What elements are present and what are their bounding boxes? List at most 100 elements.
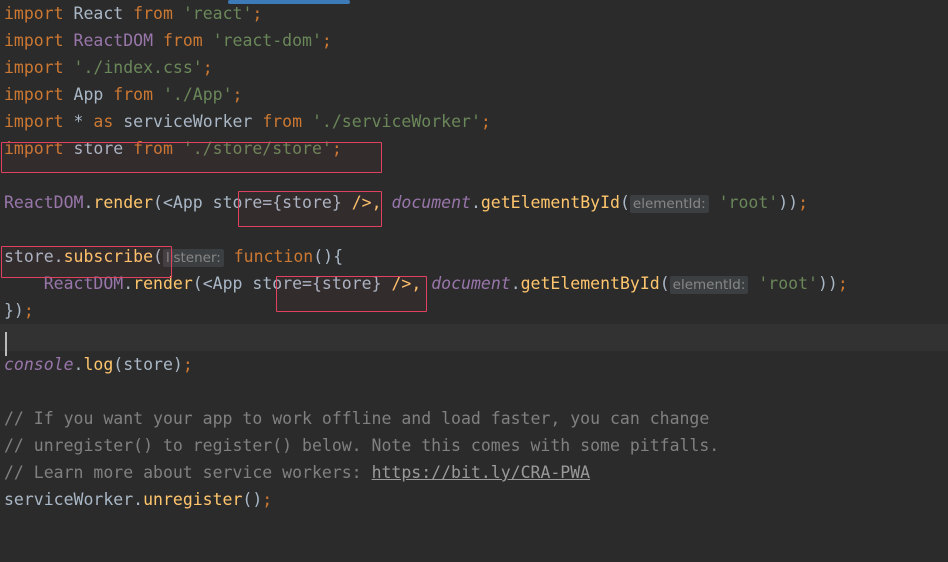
link-cra-pwa[interactable]: https://bit.ly/CRA-PWA xyxy=(372,463,591,482)
paren-open: ( xyxy=(153,247,163,266)
jsx-self-close: />, xyxy=(381,274,422,293)
comment-learn-more: // Learn more about service workers: xyxy=(4,463,372,482)
parameter-hint-elementid: elementId: xyxy=(629,195,709,213)
keyword-from: from xyxy=(133,4,173,23)
keyword-import: import xyxy=(4,139,64,158)
dot: . xyxy=(510,274,521,293)
string-index-css: './index.css' xyxy=(63,58,203,77)
dot: . xyxy=(470,193,481,212)
paren-open: ( xyxy=(619,193,630,212)
code-line-19[interactable]: serviceWorker.unregister(); xyxy=(0,486,948,513)
identifier-store: store xyxy=(63,139,134,158)
string-serviceworker-module: './serviceWorker' xyxy=(302,112,481,131)
keyword-import: import xyxy=(4,112,64,131)
method-getelementbyid: getElementById xyxy=(520,274,660,293)
object-console: console xyxy=(4,355,74,374)
paren-open: ( xyxy=(192,274,203,293)
keyword-from: from xyxy=(133,139,173,158)
identifier-react: React xyxy=(63,4,134,23)
semicolon: ; xyxy=(837,274,848,293)
dot: . xyxy=(123,274,134,293)
object-reactdom: ReactDOM xyxy=(43,274,124,293)
jsx-self-close: />, xyxy=(341,193,382,212)
string-app-module: './App' xyxy=(153,85,233,104)
jsx-app-open: <App xyxy=(162,193,213,212)
semicolon: ; xyxy=(480,112,491,131)
code-line-18[interactable]: // Learn more about service workers: htt… xyxy=(0,459,948,486)
keyword-from: from xyxy=(162,31,203,50)
string-root: 'root' xyxy=(748,274,818,293)
semicolon: ; xyxy=(262,490,273,509)
semicolon: ; xyxy=(23,301,34,320)
star-token: * xyxy=(63,112,94,131)
semicolon: ; xyxy=(321,31,332,50)
code-content[interactable]: import React from 'react'; import ReactD… xyxy=(0,0,948,562)
code-line-13-current[interactable] xyxy=(0,324,948,351)
semicolon: ; xyxy=(331,139,342,158)
keyword-from: from xyxy=(113,85,154,104)
dot: . xyxy=(133,490,144,509)
method-unregister: unregister xyxy=(143,490,243,509)
identifier-serviceworker: serviceWorker xyxy=(113,112,263,131)
code-line-15-blank[interactable] xyxy=(0,378,948,405)
comment-unregister: // unregister() to register() below. Not… xyxy=(4,436,720,455)
text-caret xyxy=(5,332,7,356)
method-subscribe: subscribe xyxy=(63,247,154,266)
paren-open: ( xyxy=(153,193,163,212)
parens: () xyxy=(242,490,263,509)
paren-close: )) xyxy=(817,274,838,293)
object-store: store xyxy=(4,247,54,266)
parameter-hint-elementid: elementId: xyxy=(669,276,749,294)
code-line-5[interactable]: import * as serviceWorker from './servic… xyxy=(0,108,948,135)
code-line-6[interactable]: import store from './store/store'; xyxy=(0,135,948,162)
object-reactdom: ReactDOM xyxy=(4,193,84,212)
semicolon: ; xyxy=(202,58,213,77)
object-serviceworker: serviceWorker xyxy=(4,490,134,509)
code-line-2[interactable]: import ReactDOM from 'react-dom'; xyxy=(0,27,948,54)
dot: . xyxy=(83,193,94,212)
keyword-import: import xyxy=(4,31,64,50)
identifier-reactdom: ReactDOM xyxy=(63,31,163,50)
jsx-store-prop: store={store} xyxy=(252,274,382,293)
code-line-9-blank[interactable] xyxy=(0,216,948,243)
code-line-8[interactable]: ReactDOM.render(<App store={store} />, d… xyxy=(0,189,948,216)
code-line-1[interactable]: import React from 'react'; xyxy=(0,0,948,27)
method-render: render xyxy=(93,193,154,212)
function-parens-brace: (){ xyxy=(313,247,344,266)
code-line-11[interactable]: ReactDOM.render(<App store={store} />, d… xyxy=(0,270,948,297)
semicolon: ; xyxy=(182,355,193,374)
code-line-17[interactable]: // unregister() to register() below. Not… xyxy=(0,432,948,459)
code-line-12[interactable]: }); xyxy=(0,297,948,324)
string-store-module: './store/store' xyxy=(172,139,332,158)
semicolon: ; xyxy=(798,193,809,212)
code-line-3[interactable]: import './index.css'; xyxy=(0,54,948,81)
paren-open: ( xyxy=(113,355,124,374)
code-line-7-blank[interactable] xyxy=(0,162,948,189)
keyword-as: as xyxy=(93,112,114,131)
comment-offline: // If you want your app to work offline … xyxy=(4,409,710,428)
code-line-16[interactable]: // If you want your app to work offline … xyxy=(0,405,948,432)
dot: . xyxy=(53,247,64,266)
method-render: render xyxy=(133,274,193,293)
jsx-store-prop: store={store} xyxy=(212,193,342,212)
keyword-import: import xyxy=(4,58,64,77)
code-line-14[interactable]: console.log(store); xyxy=(0,351,948,378)
code-line-4[interactable]: import App from './App'; xyxy=(0,81,948,108)
string-react-module: 'react' xyxy=(172,4,253,23)
argument-store: store xyxy=(123,355,173,374)
string-root: 'root' xyxy=(708,193,779,212)
object-document: document xyxy=(381,193,471,212)
method-log: log xyxy=(83,355,114,374)
identifier-app: App xyxy=(63,85,114,104)
keyword-import: import xyxy=(4,85,64,104)
code-editor[interactable]: import React from 'react'; import ReactD… xyxy=(0,0,948,562)
keyword-from: from xyxy=(262,112,303,131)
code-line-10[interactable]: store.subscribe(listener: function(){ xyxy=(0,243,948,270)
parameter-hint-listener: listener: xyxy=(162,249,224,267)
semicolon: ; xyxy=(232,85,243,104)
keyword-import: import xyxy=(4,4,64,23)
keyword-function: function xyxy=(223,247,314,266)
brace-paren-close: }) xyxy=(4,301,24,320)
paren-close: )) xyxy=(778,193,799,212)
